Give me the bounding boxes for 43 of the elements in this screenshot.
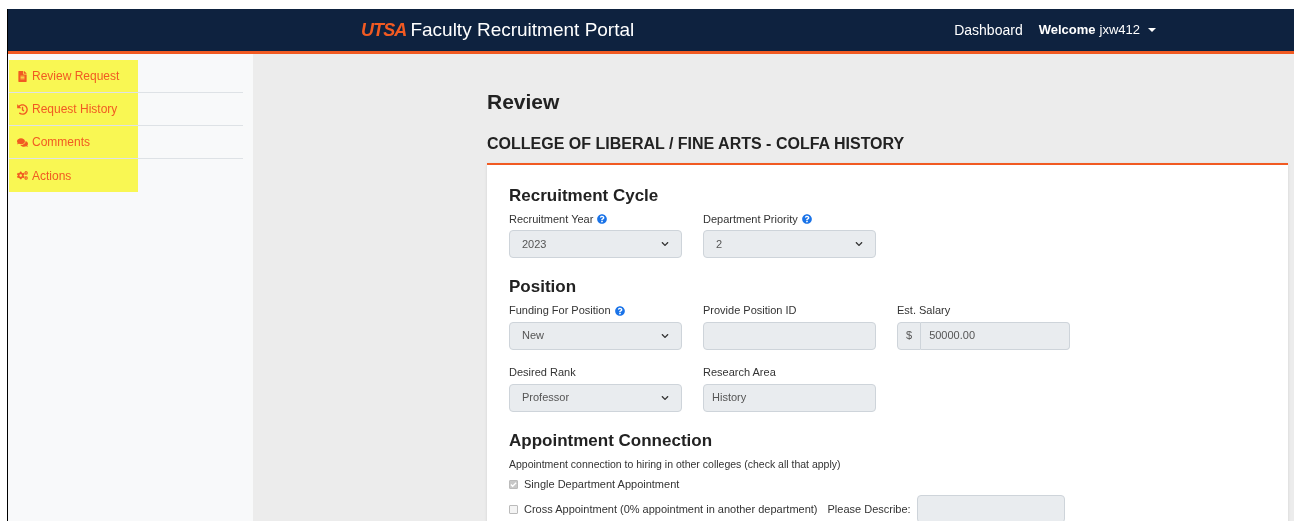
chevron-icon — [661, 331, 669, 340]
help-icon[interactable] — [614, 305, 625, 316]
salary-field[interactable]: 50000.00 — [921, 321, 1070, 350]
section-note: Appointment connection to hiring in other colleges (check all that apply) — [509, 457, 842, 472]
describe-field[interactable] — [916, 495, 1065, 521]
checkbox-label: Cross Appointment (0% appointment in another department) — [524, 502, 818, 517]
help-icon[interactable] — [597, 214, 608, 224]
section-heading: Recruitment Cycle — [509, 184, 660, 207]
currency-prefix: $ — [897, 321, 922, 350]
page-title: Review — [487, 89, 561, 115]
field-label: Recruitment Year — [509, 211, 594, 227]
help-icon[interactable] — [801, 214, 812, 224]
select-field[interactable]: 2 — [703, 230, 876, 258]
checkbox-label: Single Department Appointment — [524, 476, 680, 492]
text-field[interactable] — [703, 321, 876, 350]
nav-link[interactable]: Dashboard — [954, 19, 1023, 41]
section-heading: Position — [509, 276, 578, 298]
speech-bubbles-icon — [17, 136, 28, 148]
history-icon — [17, 103, 28, 115]
field-label: Provide Position ID — [703, 303, 797, 319]
field-label: Funding For Position — [509, 303, 611, 319]
field-label: Desired Rank — [509, 365, 576, 381]
gears-icon — [17, 170, 28, 181]
document-icon — [17, 70, 28, 82]
field-label: Department Priority — [703, 211, 798, 227]
checkbox[interactable] — [509, 479, 518, 489]
user-menu[interactable]: Welcome jxw412 — [1038, 20, 1156, 40]
logo[interactable]: UTSA — [361, 16, 407, 44]
field-label: Est. Salary — [897, 303, 951, 319]
field-label: Research Area — [703, 365, 776, 381]
chevron-icon — [855, 240, 863, 248]
text-field[interactable]: History — [703, 383, 876, 412]
field-label: Please Describe: — [827, 502, 911, 517]
select-field[interactable]: Professor — [509, 383, 682, 412]
portal-title: Faculty Recruitment Portal — [410, 17, 635, 42]
select-field[interactable]: New — [509, 321, 682, 350]
chevron-icon — [661, 240, 669, 248]
chevron-icon — [661, 393, 669, 402]
page-subtitle: COLLEGE OF LIBERAL / FINE ARTS - COLFA HISTORY — [487, 133, 906, 154]
section-heading: Appointment Connection — [509, 429, 714, 452]
caret-icon — [1148, 28, 1156, 32]
select-field[interactable]: 2023 — [509, 230, 682, 258]
checkbox[interactable] — [509, 504, 518, 514]
